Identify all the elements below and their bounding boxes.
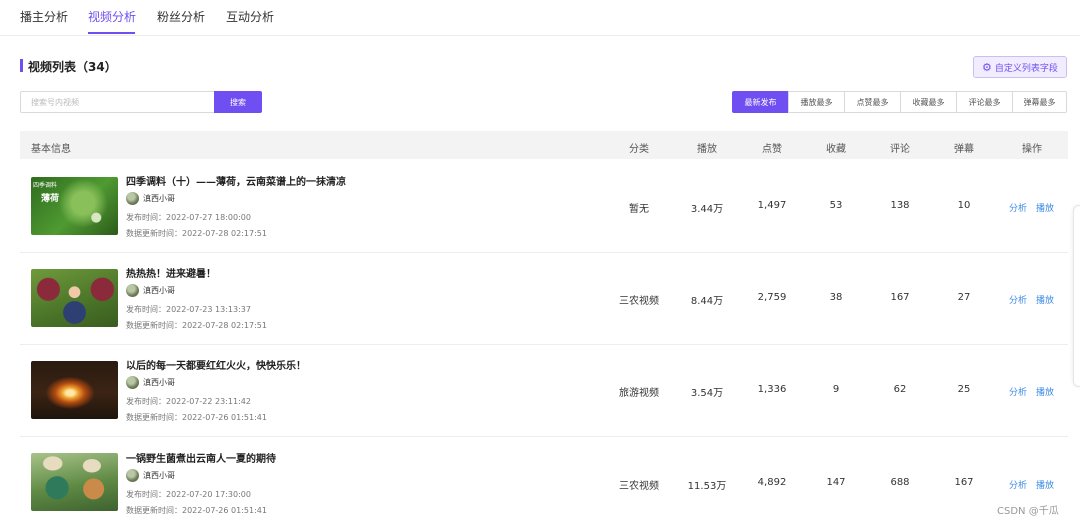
section-accent-bar — [20, 59, 23, 72]
favorites-cell: 38 — [829, 292, 843, 303]
customize-columns-label: 自定义列表字段 — [994, 63, 1058, 74]
video-thumbnail[interactable]: 四季调料 薄荷 — [31, 177, 118, 235]
sort-likes-button[interactable]: 点赞最多 — [844, 91, 901, 113]
column-header-comments: 评论 — [890, 144, 910, 155]
likes-cell: 4,892 — [757, 477, 787, 488]
publish-time: 发布时间：2022-07-20 17:30:00 — [126, 490, 251, 499]
author-name: 滇西小哥 — [143, 470, 175, 480]
customize-columns-button[interactable]: ⚙ 自定义列表字段 — [973, 56, 1067, 78]
tab-video-analysis[interactable]: 视频分析 — [88, 8, 136, 25]
table-row: 热热热！进来避暑！ 滇西小哥 发布时间：2022-07-23 13:13:37 … — [20, 252, 1068, 345]
sort-danmaku-button[interactable]: 弹幕最多 — [1012, 91, 1067, 113]
favorites-cell: 147 — [826, 477, 846, 488]
avatar — [126, 375, 139, 389]
table-row: 四季调料 薄荷 四季调料（十）——薄荷，云南菜谱上的一抹清凉 滇西小哥 发布时间… — [20, 160, 1068, 253]
video-title[interactable]: 四季调料（十）——薄荷，云南菜谱上的一抹清凉 — [126, 173, 346, 188]
sort-button-group: 最新发布 播放最多 点赞最多 收藏最多 评论最多 弹幕最多 — [732, 91, 1067, 113]
video-thumbnail[interactable] — [31, 361, 118, 419]
analyze-link[interactable]: 分析 — [1009, 385, 1027, 398]
analyze-link[interactable]: 分析 — [1009, 201, 1027, 214]
author: 滇西小哥 — [126, 191, 175, 205]
favorites-cell: 9 — [832, 384, 840, 395]
plays-cell: 8.44万 — [690, 296, 724, 307]
column-header-favorites: 收藏 — [826, 144, 846, 155]
category-cell: 三农视频 — [619, 296, 659, 307]
side-float-tab[interactable] — [1073, 205, 1080, 387]
comments-cell: 167 — [890, 292, 910, 303]
tab-streamer-analysis[interactable]: 播主分析 — [20, 8, 68, 25]
update-time: 数据更新时间：2022-07-28 02:17:51 — [126, 321, 267, 330]
play-link[interactable]: 播放 — [1036, 385, 1054, 398]
author: 滇西小哥 — [126, 283, 175, 297]
comments-cell: 688 — [890, 477, 910, 488]
comments-cell: 138 — [890, 200, 910, 211]
tab-fan-analysis[interactable]: 粉丝分析 — [157, 8, 205, 25]
likes-cell: 2,759 — [757, 292, 787, 303]
author-name: 滇西小哥 — [143, 285, 175, 295]
author: 滇西小哥 — [126, 468, 175, 482]
analyze-link[interactable]: 分析 — [1009, 478, 1027, 491]
avatar — [126, 283, 139, 297]
tab-interaction-analysis[interactable]: 互动分析 — [226, 8, 274, 25]
update-time: 数据更新时间：2022-07-26 01:51:41 — [126, 413, 267, 422]
video-thumbnail[interactable] — [31, 453, 118, 511]
play-link[interactable]: 播放 — [1036, 201, 1054, 214]
danmaku-cell: 167 — [954, 477, 974, 488]
column-header-danmaku: 弹幕 — [954, 144, 974, 155]
update-time: 数据更新时间：2022-07-26 01:51:41 — [126, 506, 267, 515]
danmaku-cell: 27 — [957, 292, 971, 303]
play-link[interactable]: 播放 — [1036, 293, 1054, 306]
sort-plays-button[interactable]: 播放最多 — [788, 91, 845, 113]
table-row: 以后的每一天都要红红火火，快快乐乐！ 滇西小哥 发布时间：2022-07-22 … — [20, 344, 1068, 437]
sort-latest-button[interactable]: 最新发布 — [732, 91, 789, 113]
gear-icon: ⚙ — [982, 60, 992, 74]
author-name: 滇西小哥 — [143, 193, 175, 203]
likes-cell: 1,497 — [757, 200, 787, 211]
comments-cell: 62 — [893, 384, 907, 395]
avatar — [126, 468, 139, 482]
top-tab-bar: 播主分析 视频分析 粉丝分析 互动分析 — [0, 0, 1080, 36]
column-header-plays: 播放 — [697, 144, 717, 155]
play-link[interactable]: 播放 — [1036, 478, 1054, 491]
video-title[interactable]: 热热热！进来避暑！ — [126, 265, 216, 280]
author-name: 滇西小哥 — [143, 377, 175, 387]
author: 滇西小哥 — [126, 375, 175, 389]
danmaku-cell: 10 — [957, 200, 971, 211]
analyze-link[interactable]: 分析 — [1009, 293, 1027, 306]
search-button[interactable]: 搜索 — [214, 91, 262, 113]
video-title[interactable]: 一锅野生菌煮出云南人一夏的期待 — [126, 450, 276, 465]
column-header-actions: 操作 — [1022, 144, 1042, 155]
section-title: 视频列表（34） — [28, 60, 117, 74]
likes-cell: 1,336 — [757, 384, 787, 395]
category-cell: 暂无 — [629, 204, 649, 215]
thumbnail-caption: 四季调料 — [33, 182, 58, 189]
column-header-likes: 点赞 — [762, 144, 782, 155]
plays-cell: 3.54万 — [690, 388, 724, 399]
plays-cell: 11.53万 — [687, 481, 727, 492]
column-header-category: 分类 — [629, 144, 649, 155]
sort-favorites-button[interactable]: 收藏最多 — [900, 91, 957, 113]
publish-time: 发布时间：2022-07-23 13:13:37 — [126, 305, 251, 314]
publish-time: 发布时间：2022-07-27 18:00:00 — [126, 213, 251, 222]
thumbnail-caption: 薄荷 — [41, 194, 60, 204]
watermark: CSDN @千瓜 — [997, 506, 1059, 517]
category-cell: 旅游视频 — [619, 388, 659, 399]
plays-cell: 3.44万 — [690, 204, 724, 215]
update-time: 数据更新时间：2022-07-28 02:17:51 — [126, 229, 267, 238]
danmaku-cell: 25 — [957, 384, 971, 395]
column-header-info: 基本信息 — [31, 144, 71, 155]
active-tab-indicator — [88, 32, 135, 34]
publish-time: 发布时间：2022-07-22 23:11:42 — [126, 397, 251, 406]
category-cell: 三农视频 — [619, 481, 659, 492]
sort-comments-button[interactable]: 评论最多 — [956, 91, 1013, 113]
video-thumbnail[interactable] — [31, 269, 118, 327]
video-title[interactable]: 以后的每一天都要红红火火，快快乐乐！ — [126, 357, 306, 372]
avatar — [126, 191, 139, 205]
favorites-cell: 53 — [829, 200, 843, 211]
table-row: 一锅野生菌煮出云南人一夏的期待 滇西小哥 发布时间：2022-07-20 17:… — [20, 436, 1068, 528]
table-header: 基本信息 分类 播放 点赞 收藏 评论 弹幕 操作 — [20, 131, 1068, 159]
search-input[interactable] — [20, 91, 214, 113]
